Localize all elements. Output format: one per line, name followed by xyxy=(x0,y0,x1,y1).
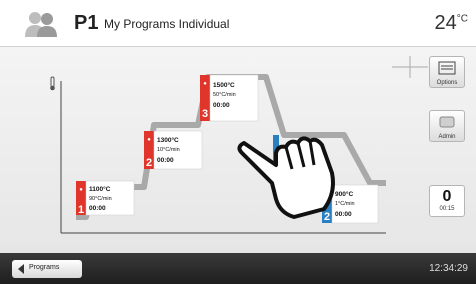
counter-time: 00:15 xyxy=(439,206,455,212)
step-rate: 10°C/min xyxy=(157,147,180,153)
pointing-hand-icon xyxy=(237,136,335,219)
svg-text:●: ● xyxy=(147,137,151,143)
temperature-unit-symbol: °C xyxy=(456,13,468,25)
admin-button[interactable]: Admin xyxy=(429,110,465,142)
temperature-value: 24 xyxy=(434,12,457,34)
clock: 12:34:29 xyxy=(429,263,468,274)
step-temp: 1300°C xyxy=(157,136,179,144)
admin-icon xyxy=(439,116,455,128)
step-temp: 1100°C xyxy=(89,185,111,193)
step-hold: 00:00 xyxy=(213,102,230,109)
step-hold: 00:00 xyxy=(157,157,174,164)
step-hold: 00:00 xyxy=(89,205,106,212)
thermometer-icon xyxy=(50,76,55,91)
options-button[interactable]: Options xyxy=(429,56,465,88)
step-temp: 1500°C xyxy=(213,81,235,89)
options-icon xyxy=(438,61,456,75)
admin-label: Admin xyxy=(438,134,456,140)
footer-bar: Programs 12:34:29 xyxy=(0,253,476,284)
program-counter[interactable]: 0 00:15 xyxy=(429,185,465,217)
back-arrow-icon xyxy=(18,264,24,274)
crosshair-icon[interactable] xyxy=(392,56,428,78)
counter-value: 0 xyxy=(442,188,452,205)
step-number: 1 xyxy=(78,204,84,216)
step-number: 3 xyxy=(202,108,208,120)
step-number: 2 xyxy=(146,157,152,169)
programs-back-button[interactable]: Programs xyxy=(12,260,82,278)
program-id: P1 xyxy=(74,12,99,34)
svg-text:●: ● xyxy=(203,81,207,87)
temperature-unit[interactable]: 24°C xyxy=(435,12,468,35)
step-rate: 90°C/min xyxy=(89,196,112,202)
step-rate: 50°C/min xyxy=(213,92,236,98)
program-name[interactable]: My Programs Individual xyxy=(104,17,229,31)
header-bar: P1 My Programs Individual 24°C xyxy=(0,0,476,47)
svg-text:●: ● xyxy=(79,187,83,193)
programs-label: Programs xyxy=(29,264,60,271)
options-label: Options xyxy=(436,80,458,86)
step-card-2[interactable]: ● 2 1300°C 10°C/min 00:00 xyxy=(144,130,203,170)
user-group-icon[interactable] xyxy=(24,10,58,38)
step-card-1[interactable]: ● 1 1100°C 90°C/min 00:00 xyxy=(76,180,135,216)
